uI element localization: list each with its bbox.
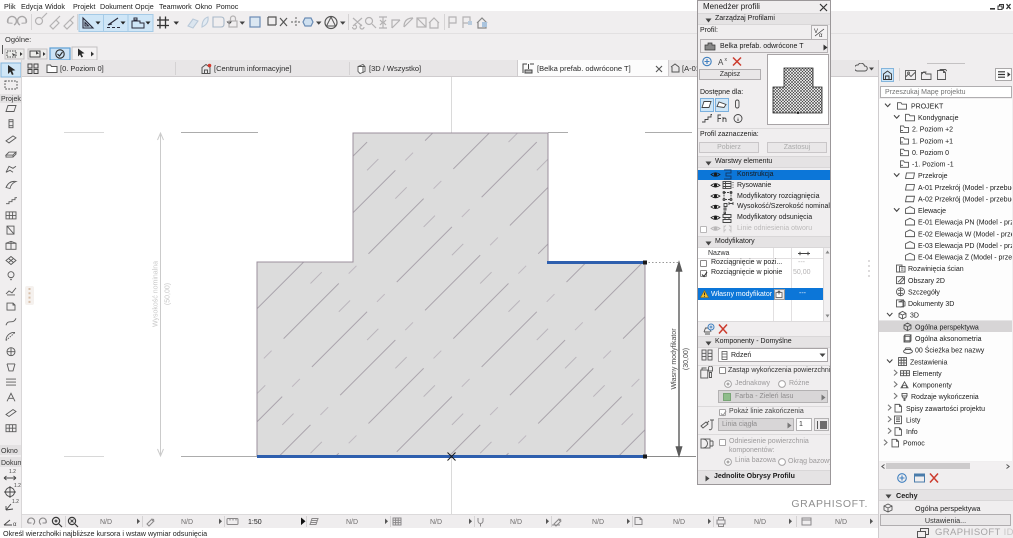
- svg-text:N/D: N/D: [673, 519, 685, 526]
- svg-text:Własny modyfikator: Własny modyfikator: [671, 328, 678, 390]
- svg-text:N/D: N/D: [510, 519, 522, 526]
- svg-text:N/D: N/D: [100, 519, 112, 526]
- svg-text:00 Ścieżka bez nazwy: 00 Ścieżka bez nazwy: [915, 346, 985, 355]
- svg-text:1. Poziom +1: 1. Poziom +1: [912, 138, 953, 145]
- svg-text:Wysokość nominalna: Wysokość nominalna: [153, 261, 160, 327]
- svg-text:Ogólna perspektywa: Ogólna perspektywa: [915, 324, 979, 331]
- svg-text:N/D: N/D: [754, 519, 766, 526]
- svg-text:Elementy: Elementy: [913, 371, 943, 378]
- svg-text:Okno: Okno: [1, 448, 18, 455]
- svg-text:N/D: N/D: [430, 519, 442, 526]
- svg-text:Projekt: Projekt: [1, 96, 22, 103]
- svg-text:Kondygnacje: Kondygnacje: [918, 115, 959, 122]
- svg-text:Elewacje: Elewacje: [918, 208, 946, 215]
- svg-text:Spisy zawartości projektu: Spisy zawartości projektu: [906, 406, 985, 413]
- svg-text:Przekroje: Przekroje: [918, 173, 948, 180]
- svg-text:A: A: [718, 58, 724, 67]
- svg-text:A-02 Przekrój (Model - przebud: A-02 Przekrój (Model - przebudowani: [918, 196, 1012, 203]
- svg-text:Dokume: Dokume: [1, 460, 22, 467]
- svg-text:Pomoc: Pomoc: [903, 441, 925, 448]
- svg-text:1:50: 1:50: [248, 519, 262, 526]
- svg-text:Rozwinięcia ścian: Rozwinięcia ścian: [908, 266, 964, 273]
- svg-text:E-03 Elewacja PD (Model - prze: E-03 Elewacja PD (Model - przebudow: [918, 243, 1012, 250]
- svg-text:1.2: 1.2: [12, 499, 19, 505]
- svg-text:Komponenty: Komponenty: [913, 383, 953, 390]
- svg-text:E-02 Elewacja W (Model - przeb: E-02 Elewacja W (Model - przebudow: [918, 231, 1012, 238]
- svg-text:N/D: N/D: [835, 519, 847, 526]
- svg-text:N/D: N/D: [592, 519, 604, 526]
- svg-text:Ogólna aksonometria: Ogólna aksonometria: [915, 336, 982, 343]
- svg-text:E-04 Elewacja Z (Model - przeb: E-04 Elewacja Z (Model - przebudowa: [918, 255, 1012, 262]
- svg-text:Listy: Listy: [906, 417, 921, 424]
- svg-text:2. Poziom +2: 2. Poziom +2: [912, 127, 953, 134]
- svg-text:A-01 Przekrój (Model - przebud: A-01 Przekrój (Model - przebudowani: [918, 185, 1012, 192]
- svg-text:Szczegóły: Szczegóły: [908, 290, 940, 297]
- svg-text:N/D: N/D: [181, 519, 193, 526]
- svg-text:0. Poziom 0: 0. Poziom 0: [912, 150, 949, 157]
- svg-text:(50,00): (50,00): [165, 283, 172, 305]
- svg-text:Rodzaje wykończenia: Rodzaje wykończenia: [911, 394, 979, 401]
- svg-text:1.2: 1.2: [9, 469, 16, 475]
- svg-text:PROJEKT: PROJEKT: [911, 103, 944, 110]
- svg-text:N/D: N/D: [346, 519, 358, 526]
- svg-text:Info: Info: [906, 429, 918, 436]
- svg-text:Dokumenty 3D: Dokumenty 3D: [908, 301, 954, 308]
- svg-text:(30,00): (30,00): [683, 348, 690, 370]
- svg-text:-1. Poziom -1: -1. Poziom -1: [912, 162, 954, 169]
- svg-text:Obszary 2D: Obszary 2D: [908, 278, 945, 285]
- svg-text:GRAPHISOFT.: GRAPHISOFT.: [791, 498, 868, 510]
- svg-text:E-01 Elewacja PN (Model - prze: E-01 Elewacja PN (Model - przebudow: [918, 220, 1012, 227]
- svg-text:1.2: 1.2: [14, 483, 21, 489]
- svg-text:x: x: [725, 57, 728, 63]
- svg-text:3D: 3D: [910, 313, 919, 320]
- svg-text:Zestawienia: Zestawienia: [910, 359, 947, 366]
